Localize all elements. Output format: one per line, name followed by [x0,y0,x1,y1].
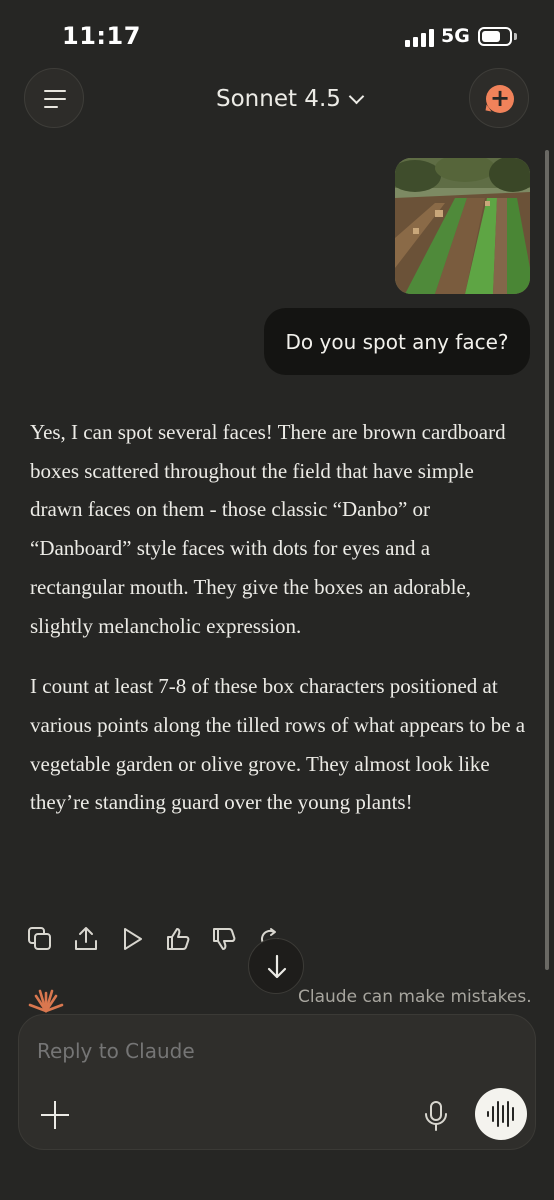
thumbs-down-icon[interactable] [210,925,238,953]
user-message-text: Do you spot any face? [285,329,509,354]
voice-mode-button[interactable] [475,1088,527,1140]
assistant-paragraph: Yes, I can spot several faces! There are… [30,420,506,638]
composer [18,1014,536,1150]
plus-icon[interactable] [41,1101,69,1129]
model-selector[interactable]: Sonnet 4.5 [216,84,365,114]
scrollbar[interactable] [545,150,549,970]
thumbs-up-icon[interactable] [164,925,192,953]
share-icon[interactable] [72,925,100,953]
reply-input[interactable] [37,1039,417,1063]
microphone-icon[interactable] [421,1099,451,1133]
disclaimer-text: Claude can make mistakes. [298,987,532,1007]
model-name: Sonnet 4.5 [216,86,341,112]
chevron-down-icon [348,88,365,104]
arrow-down-icon [267,954,287,979]
battery-icon [478,27,512,46]
claude-spark-icon [28,989,64,1013]
status-time: 11:17 [62,22,141,50]
new-chat-button[interactable]: + [469,68,529,128]
field-photo [395,158,530,294]
network-type: 5G [441,25,470,47]
user-attached-image[interactable] [395,158,530,294]
scroll-down-button[interactable] [248,938,304,994]
copy-icon[interactable] [26,925,54,953]
signal-icon [405,29,435,47]
assistant-paragraph: I count at least 7-8 of these box charac… [30,674,526,815]
status-bar: 11:17 5G [0,0,554,72]
assistant-response: Yes, I can spot several faces! There are… [30,413,526,844]
play-icon[interactable] [118,925,146,953]
user-message-bubble: Do you spot any face? [264,308,530,375]
menu-button[interactable] [24,68,84,128]
